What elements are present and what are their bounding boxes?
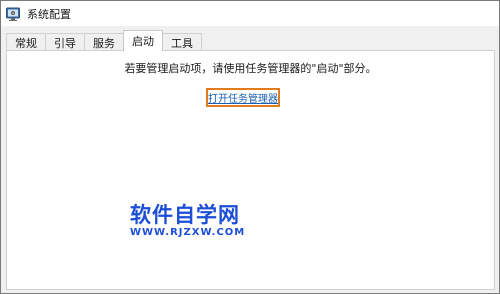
startup-panel: 若要管理启动项，请使用任务管理器的"启动"部分。 打开任务管理器 软件自学网 W… (6, 50, 495, 290)
tab-startup[interactable]: 启动 (123, 30, 163, 51)
tab-services-label: 服务 (93, 36, 115, 50)
watermark-url-text: WWW.RJZXW.COM (130, 227, 246, 238)
tab-general[interactable]: 常规 (6, 33, 46, 51)
tab-strip: 常规 引导 服务 启动 工具 (6, 30, 202, 51)
tab-startup-label: 启动 (132, 35, 154, 48)
open-task-manager-link[interactable]: 打开任务管理器 (208, 90, 278, 105)
tab-boot[interactable]: 引导 (45, 33, 85, 51)
startup-message: 若要管理启动项，请使用任务管理器的"启动"部分。 (124, 62, 377, 75)
system-config-icon (5, 6, 21, 22)
tab-tools[interactable]: 工具 (162, 33, 202, 51)
title-bar[interactable]: 系统配置 (1, 1, 499, 26)
tab-services[interactable]: 服务 (84, 33, 124, 51)
window-title: 系统配置 (27, 7, 71, 21)
tab-tools-label: 工具 (171, 36, 193, 50)
watermark-main-text: 软件自学网 (130, 203, 240, 227)
tab-general-label: 常规 (15, 36, 37, 50)
tab-boot-label: 引导 (54, 36, 76, 50)
system-config-window: 系统配置 常规 引导 服务 启动 工具 若要管理启动项，请使用任务管理器的"启动… (0, 0, 500, 294)
watermark: 软件自学网 WWW.RJZXW.COM (130, 203, 245, 239)
task-manager-link-highlight: 打开任务管理器 (206, 88, 280, 107)
